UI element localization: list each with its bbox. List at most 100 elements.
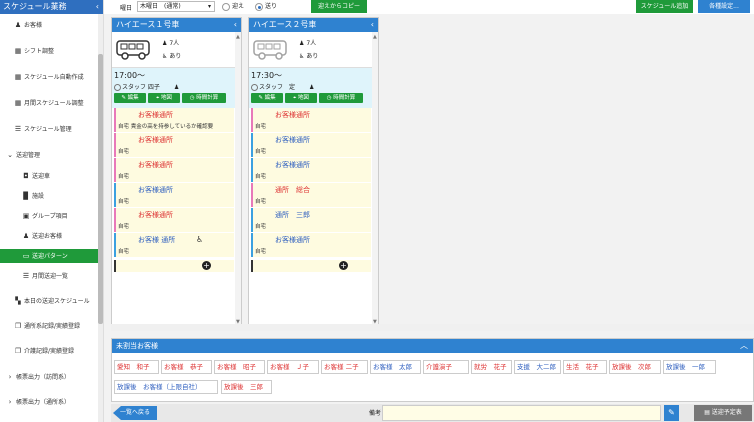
back-to-list-button[interactable]: 一覧へ戻る bbox=[113, 406, 157, 420]
unassigned-customer-chip[interactable]: お客様 二子 bbox=[321, 360, 368, 374]
sidebar-item-4[interactable]: ☰ スケジュール管理 bbox=[0, 122, 98, 136]
collapse-icon[interactable]: ‹ bbox=[234, 18, 237, 32]
stop-card[interactable]: お客様通所自宅 bbox=[114, 133, 234, 157]
sidebar-scroll-thumb[interactable] bbox=[98, 54, 103, 324]
scroll-up-icon[interactable]: ▲ bbox=[236, 34, 240, 40]
map-button[interactable]: ⌖ 地図 bbox=[148, 93, 180, 103]
stop-card[interactable]: お客様通所 自宅 bbox=[114, 208, 234, 232]
sidebar-item-10[interactable]: ▭ 送迎パターン bbox=[0, 249, 98, 263]
sidebar-item-label: 施設 bbox=[32, 193, 45, 200]
settings-button[interactable]: 各種設定... bbox=[698, 0, 750, 13]
vehicle-panel-body: ♟ 7人 ♿ あり 17:00〜 スタッフ 四子 ♟ ✎ 編集 ⌖ 地図 ◷ 時間計算 お客様通… bbox=[112, 32, 236, 327]
unassigned-customer-chip[interactable]: 支援 大二郎 bbox=[514, 360, 561, 374]
stop-card[interactable]: 通所 総合 自宅 bbox=[251, 183, 371, 207]
unassigned-customer-chip[interactable]: 放課後 お客様（上限自社） bbox=[114, 380, 218, 394]
unassigned-customer-chip[interactable]: 放課後 次郎 bbox=[609, 360, 661, 374]
map-button-label: 地図 bbox=[297, 95, 309, 101]
sidebar-item-0[interactable]: ♟ お客様 bbox=[0, 18, 98, 32]
sidebar-item-3[interactable]: ▦ 月間スケジュール調整 bbox=[0, 96, 98, 110]
unassigned-customer-chip[interactable]: 就労 花子 bbox=[471, 360, 512, 374]
sidebar-scrollbar[interactable] bbox=[98, 14, 103, 422]
unassigned-header[interactable]: 未割当お客様 ︿ bbox=[112, 339, 753, 353]
radio-pickup-label: 迎え bbox=[232, 3, 245, 10]
sidebar-item-11[interactable]: ☰ 月間送迎一覧 bbox=[0, 269, 98, 283]
sidebar-item-2[interactable]: ▦ スケジュール自動作成 bbox=[0, 70, 98, 84]
trip-header: 17:00〜 スタッフ 四子 ♟ ✎ 編集 ⌖ 地図 ◷ 時間計算 bbox=[112, 68, 236, 108]
stop-card[interactable]: お客様通所 自宅 bbox=[251, 108, 371, 132]
panel-scrollbar[interactable]: ▲ ▼ bbox=[235, 32, 241, 327]
unassigned-customer-chip[interactable]: 愛知 和子 bbox=[114, 360, 159, 374]
chevron-up-icon[interactable]: ︿ bbox=[740, 339, 748, 353]
map-icon: ▚ bbox=[15, 297, 21, 305]
unassigned-customer-chip[interactable]: 生活 花子 bbox=[563, 360, 607, 374]
map-button[interactable]: ⌖ 地図 bbox=[285, 93, 317, 103]
time-calc-button[interactable]: ◷ 時間計算 bbox=[319, 93, 363, 103]
radio-pickup[interactable]: 迎え bbox=[222, 2, 244, 11]
stop-name: お客様通所 bbox=[138, 186, 173, 194]
unassigned-customer-chip[interactable]: お客様 Ｊ子 bbox=[267, 360, 319, 374]
radio-pickup-circle[interactable] bbox=[222, 2, 230, 11]
stop-card[interactable]: お客様通所 自宅 bbox=[114, 183, 234, 207]
document-icon: ▤ bbox=[704, 409, 710, 416]
radio-dropoff-circle[interactable] bbox=[255, 2, 263, 11]
edit-memo-button[interactable]: ✎ bbox=[664, 405, 679, 421]
schedule-pdf-button[interactable]: ▤ 送迎予定表 bbox=[694, 405, 752, 421]
unassigned-customer-chip[interactable]: 介護演子 bbox=[423, 360, 469, 374]
unassigned-customer-chip[interactable]: 放課後 一郎 bbox=[663, 360, 716, 374]
sidebar-item-7[interactable]: ▉ 施設 bbox=[0, 189, 98, 203]
stop-card[interactable]: お客様通所 自宅 bbox=[251, 133, 371, 157]
copy-from-pickup-button[interactable]: 迎えからコピー bbox=[311, 0, 367, 13]
staff: スタッフ 四子 ♟ bbox=[114, 82, 179, 91]
stop-name: お客様通所 bbox=[138, 136, 173, 144]
chevron-down-icon: ⌄ bbox=[7, 151, 13, 159]
vehicle-name: ハイエース２号車 bbox=[253, 20, 317, 29]
sidebar-item-1[interactable]: ▦ シフト調整 bbox=[0, 44, 98, 58]
sidebar-item-16[interactable]: › 帳票出力（通所系） bbox=[0, 395, 98, 409]
stop-card[interactable]: お客様通所 自宅 貴金の高を持参しているか確認要 bbox=[114, 108, 234, 132]
sidebar-item-13[interactable]: ❐ 通所系記録/実績登録 bbox=[0, 319, 98, 333]
steering-wheel-icon bbox=[114, 84, 121, 91]
staff-name: スタッフ 四子 bbox=[122, 84, 160, 91]
horizontal-scrollbar[interactable] bbox=[111, 324, 754, 331]
day-select[interactable]: 木曜日 (通常) ▾ bbox=[137, 1, 215, 12]
add-stop-button[interactable]: + bbox=[339, 261, 348, 270]
unassigned-customer-chip[interactable]: お客様 太郎 bbox=[370, 360, 421, 374]
scroll-up-icon[interactable]: ▲ bbox=[373, 34, 377, 40]
add-schedule-button[interactable]: スケジュール追加 bbox=[636, 0, 693, 13]
unassigned-customer-chip[interactable]: お客様 恭子 bbox=[161, 360, 212, 374]
collapse-icon[interactable]: ‹ bbox=[371, 18, 374, 32]
sidebar-item-label: 送迎お客様 bbox=[32, 233, 63, 240]
sidebar-item-12[interactable]: ▚ 本日の送迎スケジュール bbox=[0, 294, 98, 308]
add-stop-button[interactable]: + bbox=[202, 261, 211, 270]
unassigned-customer-chip[interactable]: 放課後 三郎 bbox=[221, 380, 272, 394]
sidebar-item-14[interactable]: ❐ 介護記録/実績登録 bbox=[0, 344, 98, 358]
trip-header: 17:30〜 スタッフ 定 ♟ ✎ 編集 ⌖ 地図 ◷ 時間計算 bbox=[249, 68, 373, 108]
list-icon: ☰ bbox=[14, 125, 22, 133]
memo-input[interactable] bbox=[382, 405, 661, 421]
edit-button[interactable]: ✎ 編集 bbox=[114, 93, 146, 103]
sidebar-item-9[interactable]: ♟ 送迎お客様 bbox=[0, 229, 98, 243]
stop-card[interactable]: お客様通所 自宅 bbox=[114, 158, 234, 182]
sidebar-item-15[interactable]: › 帳票出力（訪問系） bbox=[0, 370, 98, 384]
capacity-value: 7人 bbox=[306, 40, 317, 47]
trip-time: 17:30〜 bbox=[251, 71, 283, 80]
unassigned-customer-chip[interactable]: お客様 昭子 bbox=[214, 360, 265, 374]
day-select-value: 木曜日 (通常) bbox=[140, 3, 181, 10]
stop-name: お客様通所 bbox=[275, 111, 310, 119]
edit-button[interactable]: ✎ 編集 bbox=[251, 93, 283, 103]
panel-scrollbar[interactable]: ▲ ▼ bbox=[372, 32, 378, 327]
van-icon bbox=[115, 35, 155, 65]
day-label: 曜日 bbox=[120, 5, 133, 12]
stop-address: 自宅 bbox=[118, 149, 130, 155]
stop-card[interactable]: お客様 通所 ♿ 自宅 bbox=[114, 233, 234, 257]
sidebar-item-8[interactable]: ▣ グループ項目 bbox=[0, 209, 98, 223]
radio-dropoff[interactable]: 送り bbox=[255, 2, 277, 11]
sidebar-item-label: スケジュール管理 bbox=[24, 126, 72, 133]
stop-card[interactable]: 通所 三郎 自宅 bbox=[251, 208, 371, 232]
time-calc-button[interactable]: ◷ 時間計算 bbox=[182, 93, 226, 103]
stop-card[interactable]: お客様通所 自宅 bbox=[251, 233, 371, 257]
collapse-icon[interactable]: ‹ bbox=[96, 0, 99, 14]
sidebar-item-5[interactable]: ⌄ 送迎管理 bbox=[0, 148, 98, 162]
sidebar-item-6[interactable]: ◘ 送迎車 bbox=[0, 169, 98, 183]
stop-card[interactable]: お客様通所 自宅 bbox=[251, 158, 371, 182]
